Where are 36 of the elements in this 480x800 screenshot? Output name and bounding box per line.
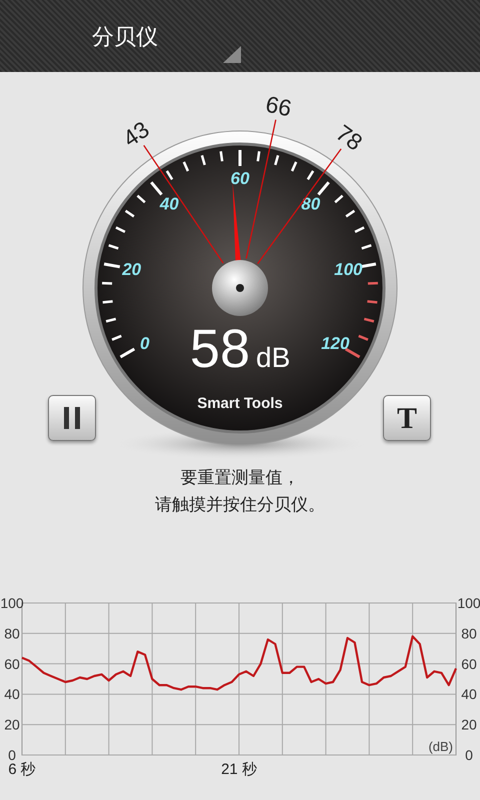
reading-value: 58: [190, 319, 250, 379]
axis-label: 100: [457, 595, 480, 611]
axis-label: 80: [4, 625, 20, 642]
pause-button[interactable]: [48, 395, 96, 441]
axis-unit: (dB): [428, 739, 453, 754]
axis-label: 0: [465, 747, 473, 763]
reading-unit: dB: [256, 342, 290, 373]
axis-label: 40: [461, 686, 477, 702]
needle-hub: [212, 260, 268, 316]
marker-value: 66: [263, 90, 294, 122]
scale-label: 80: [301, 194, 320, 214]
marker-value: 78: [331, 119, 368, 156]
axis-label: 60: [4, 656, 20, 672]
axis-label: 40: [4, 686, 20, 702]
axis-label: 0: [8, 747, 16, 763]
axis-label: 20: [4, 716, 20, 733]
brand-label: Smart Tools: [197, 395, 283, 412]
pause-icon: [63, 407, 81, 429]
axis-label: 6 秒: [8, 761, 36, 778]
axis-label: 20: [461, 716, 477, 733]
scale-label: 60: [230, 169, 250, 188]
scale-label: 40: [160, 194, 179, 214]
axis-label: 60: [461, 656, 477, 672]
triangle-icon[interactable]: [223, 46, 241, 63]
marker-value: 43: [118, 116, 154, 152]
scale-label: 20: [122, 260, 142, 279]
scale-label: 120: [321, 334, 350, 353]
instruction-text: 请触摸并按住分贝仪。: [155, 494, 325, 516]
text-button[interactable]: T: [383, 395, 431, 441]
scale-label: 100: [334, 260, 363, 279]
axis-label: 100: [0, 595, 24, 611]
instruction-text: 要重置测量值，: [180, 467, 300, 489]
axis-label: 21 秒: [221, 761, 257, 778]
axis-label: 80: [461, 625, 477, 642]
app-title: 分贝仪: [92, 22, 158, 50]
scale-label: 0: [140, 334, 150, 353]
